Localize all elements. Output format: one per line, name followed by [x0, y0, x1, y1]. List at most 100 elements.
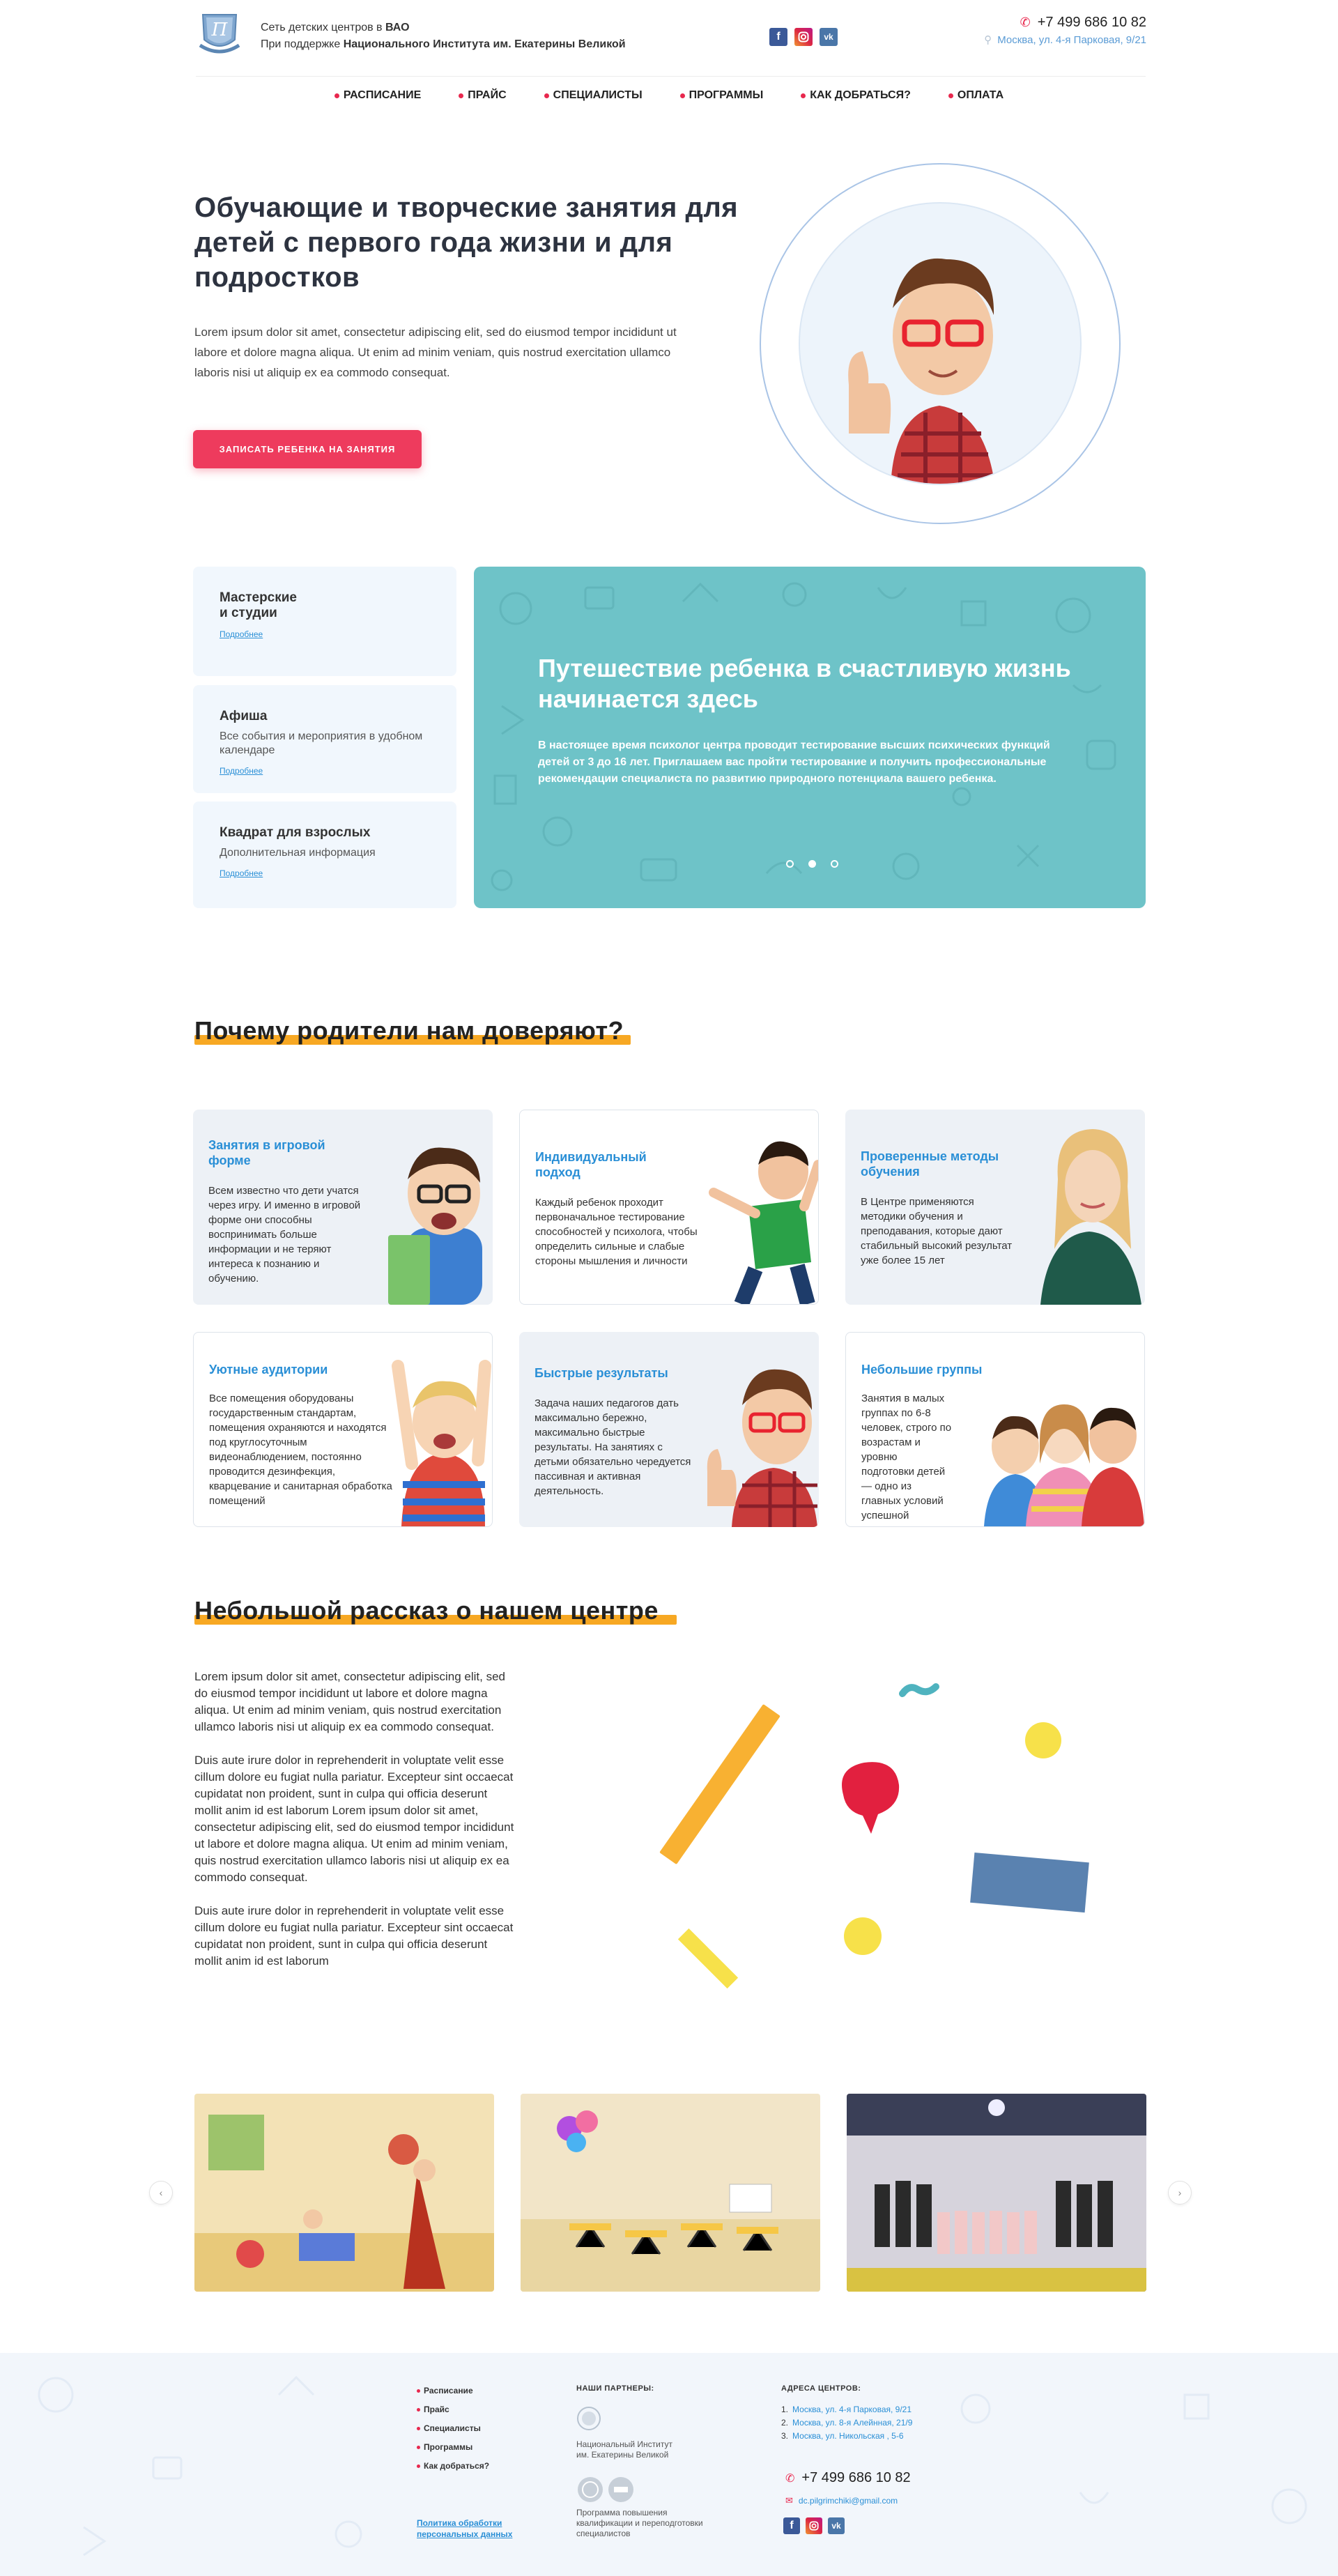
trust-card: Быстрые результаты Задача наших педагого… [519, 1332, 819, 1527]
header-socials: f vk [769, 28, 838, 46]
phone-icon: ✆ [1020, 15, 1031, 29]
trust-card: Проверенные методы обучения В Центре при… [845, 1110, 1145, 1305]
facebook-icon[interactable]: f [769, 28, 787, 46]
more-link[interactable]: Подробнее [220, 766, 263, 776]
bullet-icon [948, 93, 953, 98]
footer: Расписание Прайс Специалисты Программы К… [0, 2353, 1338, 2576]
bullet-icon [544, 93, 549, 98]
card-title: Квадрат для взрослых [220, 825, 371, 840]
address-item[interactable]: 1. Москва, ул. 4-я Парковая, 9/21 [781, 2403, 912, 2416]
partner-logo-program[interactable] [576, 2476, 635, 2504]
kids-group-image [984, 1404, 1144, 1526]
more-link[interactable]: Подробнее [220, 629, 263, 639]
header-phone[interactable]: ✆ +7 499 686 10 82 [1020, 15, 1146, 31]
trust-card: Небольшие группы Занятия в малых группах… [845, 1332, 1145, 1527]
addresses-list: 1. Москва, ул. 4-я Парковая, 9/21 2. Москв… [781, 2403, 912, 2443]
trust-card-title: Небольшие группы [861, 1363, 983, 1377]
header-divider [196, 76, 1146, 77]
privacy-policy-link[interactable]: Политика обработки персональных данных [417, 2517, 512, 2540]
trust-card-title: Проверенные методы обучения [861, 1149, 999, 1179]
nav-item-price[interactable]: Прайс [440, 89, 525, 102]
teacher-image [1040, 1129, 1141, 1305]
trust-card: Уютные аудитории Все помещения оборудова… [193, 1332, 493, 1527]
instagram-icon[interactable] [806, 2517, 822, 2534]
mail-icon: ✉ [785, 2495, 793, 2506]
bullet-icon [679, 93, 685, 98]
footer-nav-item[interactable]: Специалисты [417, 2419, 489, 2438]
nav-item-schedule[interactable]: Расписание [316, 89, 440, 102]
partners-title: Наши партнеры: [576, 2384, 654, 2393]
footer-nav-item[interactable]: Прайс [417, 2400, 489, 2419]
story-title: Небольшой рассказ о нашем центре [194, 1596, 659, 1625]
slider-dot[interactable] [831, 860, 838, 868]
phone-icon: ✆ [785, 2472, 795, 2485]
banner-text: В настоящее время психолог центра провод… [538, 739, 1050, 785]
footer-pattern [38, 2375, 1307, 2556]
hero-banner: Путешествие ребенка в счастливую жизнь н… [474, 567, 1146, 908]
trust-card-title: Быстрые результаты [535, 1366, 668, 1380]
card-title: Афиша [220, 709, 268, 723]
trust-card-text: Каждый ребенок проходит первоначальное т… [535, 1197, 698, 1267]
hero-title: Обучающие и творческие занятия для детей… [194, 192, 739, 293]
happy-toddler-image [392, 1360, 491, 1526]
slider-dot-active[interactable] [808, 860, 816, 868]
card-text: Все события и мероприятия в удобном кале… [220, 730, 423, 756]
vk-icon[interactable]: vk [820, 28, 838, 46]
footer-phone[interactable]: ✆ +7 499 686 10 82 [785, 2470, 911, 2486]
bullet-icon [417, 2389, 420, 2393]
nav-item-directions[interactable]: Как добраться? [782, 89, 930, 102]
kid-with-books-image [388, 1147, 482, 1305]
workshops-card[interactable]: Мастерские и студии Подробнее [193, 567, 456, 676]
trust-card-title: Индивидуальный подход [535, 1150, 647, 1179]
trust-card-text: Все помещения оборудованы государственны… [209, 1393, 392, 1507]
bullet-icon [459, 93, 464, 98]
bullet-icon [417, 2408, 420, 2412]
running-kid-image [709, 1141, 818, 1304]
address-item[interactable]: 2. Москва, ул. 8-я Алейнная, 21/9 [781, 2416, 912, 2430]
slider-dot[interactable] [786, 860, 794, 868]
trust-card-text: Занятия в малых группах по 6-8 человек, … [861, 1393, 952, 1526]
gallery-photo[interactable] [521, 2094, 820, 2292]
header-tagline: Сеть детских центров в ВАО При поддержке… [261, 22, 626, 50]
slider-dots [786, 860, 838, 868]
gallery-photo[interactable] [847, 2094, 1146, 2292]
card-text: Дополнительная информация [220, 847, 376, 859]
gallery-photo[interactable] [194, 2094, 494, 2292]
main-nav: Расписание Прайс Специалисты Программы К… [0, 89, 1338, 102]
nav-item-payment[interactable]: Оплата [930, 89, 1022, 102]
gallery-prev-button[interactable]: ‹ [149, 2181, 173, 2205]
footer-email[interactable]: ✉ dc.pilgrimchiki@gmail.com [785, 2495, 898, 2506]
bullet-icon [417, 2464, 420, 2468]
footer-nav-item[interactable]: Как добраться? [417, 2457, 489, 2476]
nav-item-programs[interactable]: Программы [661, 89, 783, 102]
enroll-button[interactable]: Записать ребенка на занятия [193, 430, 422, 468]
address-item[interactable]: 3. Москва, ул. Никольская , 5-6 [781, 2430, 912, 2443]
story-paragraph: Duis aute irure dolor in reprehenderit i… [194, 1904, 514, 1968]
gallery-next-button[interactable]: › [1168, 2181, 1192, 2205]
more-link[interactable]: Подробнее [220, 868, 263, 878]
bullet-icon [417, 2427, 420, 2430]
footer-socials: f vk [783, 2517, 845, 2534]
partner-program-name: Программа повышения квалификации и переп… [576, 2508, 703, 2538]
header-address[interactable]: ⚲ Москва, ул. 4-я Парковая, 9/21 [984, 33, 1146, 47]
nav-item-specialists[interactable]: Специалисты [525, 89, 661, 102]
trust-card-text: Всем известно что дети учатся через игру… [208, 1185, 361, 1285]
story-paragraph: Duis aute irure dolor in reprehenderit i… [194, 1754, 514, 1884]
footer-nav: Расписание Прайс Специалисты Программы К… [417, 2382, 489, 2476]
trust-card: Занятия в игровой форме Всем известно чт… [193, 1110, 493, 1305]
trust-card-text: В Центре применяются методики обучения и… [861, 1196, 1013, 1266]
vk-icon[interactable]: vk [828, 2517, 845, 2534]
adults-card[interactable]: Квадрат для взрослых Дополнительная инфо… [193, 802, 456, 908]
facebook-icon[interactable]: f [783, 2517, 800, 2534]
footer-nav-item[interactable]: Расписание [417, 2382, 489, 2400]
partner-institute-name: Национальный Институт им. Екатерины Вели… [576, 2439, 673, 2460]
footer-nav-item[interactable]: Программы [417, 2438, 489, 2457]
hero-kid-photo [799, 202, 1082, 485]
kid-thumbs-up-image [707, 1369, 817, 1527]
logo[interactable]: П [196, 9, 243, 61]
bullet-icon [334, 93, 339, 98]
poster-card[interactable]: Афиша Все события и мероприятия в удобно… [193, 685, 456, 793]
hero-description: Lorem ipsum dolor sit amet, consectetur … [194, 325, 677, 379]
partner-logo-institute[interactable] [576, 2406, 601, 2435]
instagram-icon[interactable] [794, 28, 813, 46]
